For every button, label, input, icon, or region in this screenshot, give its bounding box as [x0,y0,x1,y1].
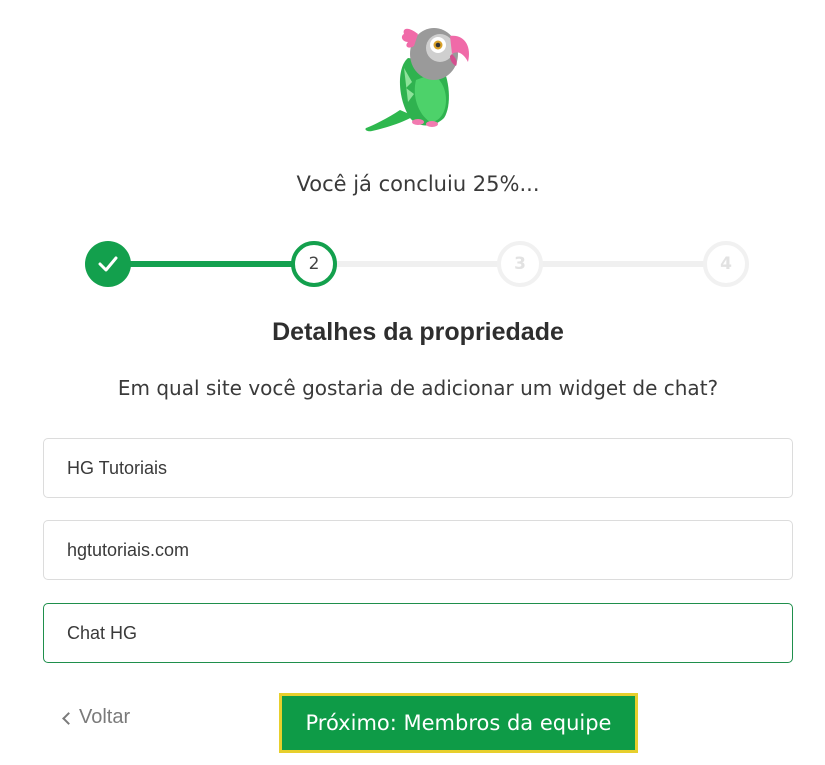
check-icon [98,256,118,272]
step-3-pending: 3 [497,241,543,287]
question-text: Em qual site você gostaria de adicionar … [117,376,719,400]
back-link[interactable]: Voltar [62,706,131,729]
next-button[interactable]: Próximo: Membros da equipe [279,693,638,753]
progress-text: Você já concluiu 25%... [296,172,540,196]
chevron-left-icon [62,711,75,725]
step-1-complete [85,241,131,287]
step-connector-3 [541,261,711,267]
section-title: Detalhes da propriedade [272,318,564,346]
step-connector-2 [335,261,505,267]
step-connector-1 [129,261,299,267]
step-4-pending: 4 [703,241,749,287]
back-link-label: Voltar [79,706,131,728]
parrot-logo-icon [365,28,470,132]
property-name-input[interactable] [43,438,793,498]
widget-name-input[interactable] [43,603,793,663]
step-2-current: 2 [291,241,337,287]
progress-stepper: 2 3 4 [85,241,749,287]
website-url-input[interactable] [43,520,793,580]
